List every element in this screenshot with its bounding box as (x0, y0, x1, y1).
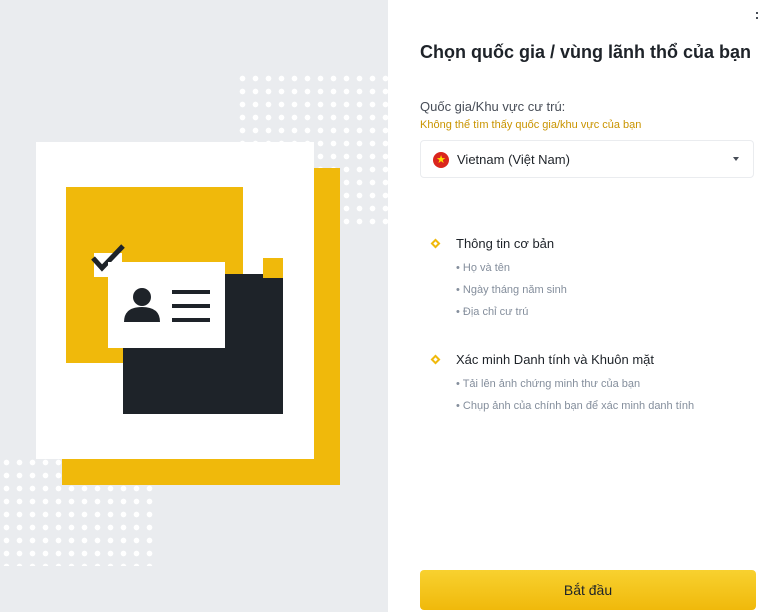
verification-panel: Chọn quốc gia / vùng lãnh thổ của bạn Qu… (388, 0, 758, 612)
list-item: • Chụp ảnh của chính bạn để xác minh dan… (456, 400, 695, 412)
list-item: • Địa chỉ cư trú (456, 306, 529, 318)
country-not-found-link[interactable]: Không thể tìm thấy quốc gia/khu vực của … (420, 119, 641, 131)
vietnam-flag-icon: ★ (433, 152, 449, 168)
illustration-panel (0, 0, 388, 612)
small-black-square (123, 398, 140, 414)
list-item: • Họ và tên (456, 262, 510, 274)
card-text-line (172, 304, 210, 308)
id-card (108, 262, 225, 348)
diamond-bullet-icon (430, 238, 441, 249)
section-title-basic-info: Thông tin cơ bản (456, 236, 555, 251)
diamond-bullet-icon (430, 354, 441, 365)
page-title: Chọn quốc gia / vùng lãnh thổ của bạn (420, 42, 751, 62)
list-item: • Ngày tháng năm sinh (456, 284, 567, 296)
chevron-down-icon (733, 157, 739, 161)
start-button[interactable]: Bắt đầu (420, 570, 756, 610)
list-item: • Tải lên ảnh chứng minh thư của bạn (456, 378, 641, 390)
section-title-identity-verification: Xác minh Danh tính và Khuôn mặt (456, 352, 655, 367)
country-field-label: Quốc gia/Khu vực cư trú: (420, 99, 566, 114)
small-yellow-square (263, 258, 283, 278)
country-select-value: Vietnam (Việt Nam) (457, 152, 570, 167)
card-text-line (172, 290, 210, 294)
user-avatar-icon (124, 288, 160, 322)
card-text-line (172, 318, 210, 322)
country-select[interactable]: ★ Vietnam (Việt Nam) (420, 140, 754, 178)
